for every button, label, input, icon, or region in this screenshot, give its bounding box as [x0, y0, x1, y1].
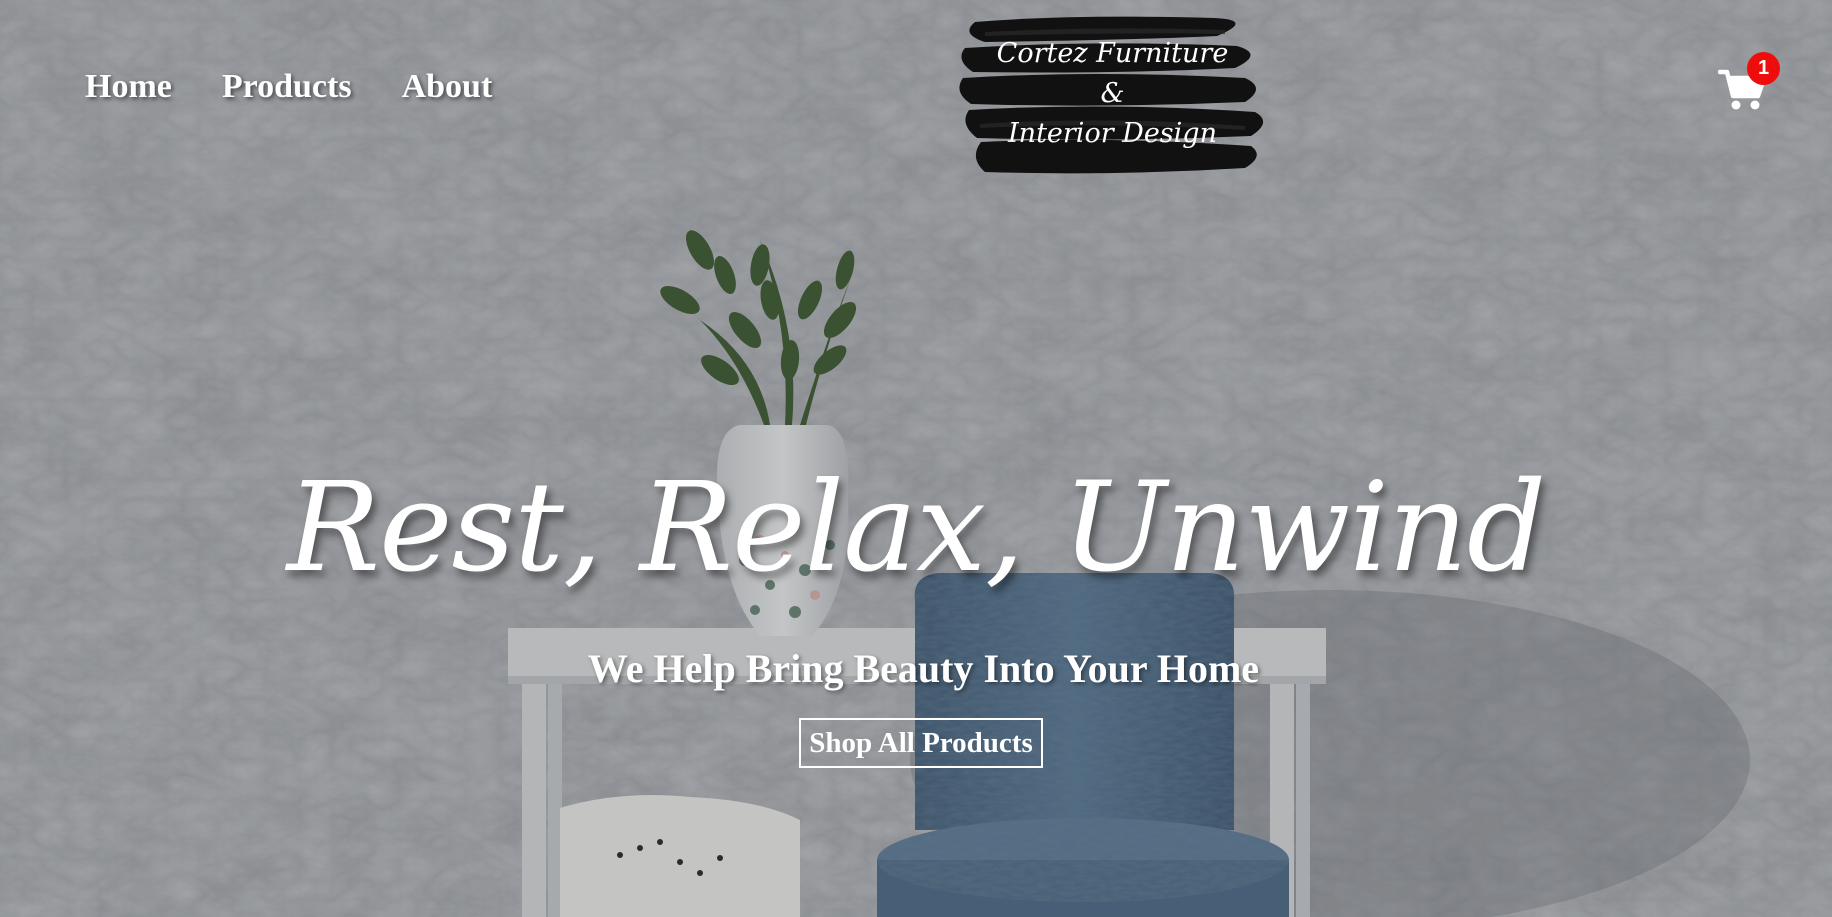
hero-section: Home Products About Cortez Furniture & I…	[0, 0, 1832, 917]
hero-subheadline: We Help Bring Beauty Into Your Home	[587, 646, 1260, 691]
nav-link-products[interactable]: Products	[222, 68, 352, 106]
main-nav: Home Products About	[85, 68, 492, 106]
hero-headline: Rest, Relax, Unwind	[286, 456, 1547, 600]
logo-line-1: Cortez Furniture	[996, 38, 1229, 69]
brand-logo[interactable]: Cortez Furniture & Interior Design	[955, 12, 1270, 182]
nav-link-about[interactable]: About	[402, 68, 493, 106]
shop-all-products-button[interactable]: Shop All Products	[799, 718, 1043, 768]
cart-count-badge: 1	[1747, 52, 1780, 85]
logo-line-2: &	[1100, 78, 1125, 109]
logo-line-3: Interior Design	[1008, 118, 1217, 149]
nav-link-home[interactable]: Home	[85, 68, 172, 106]
logo-text: Cortez Furniture & Interior Design	[955, 34, 1270, 154]
